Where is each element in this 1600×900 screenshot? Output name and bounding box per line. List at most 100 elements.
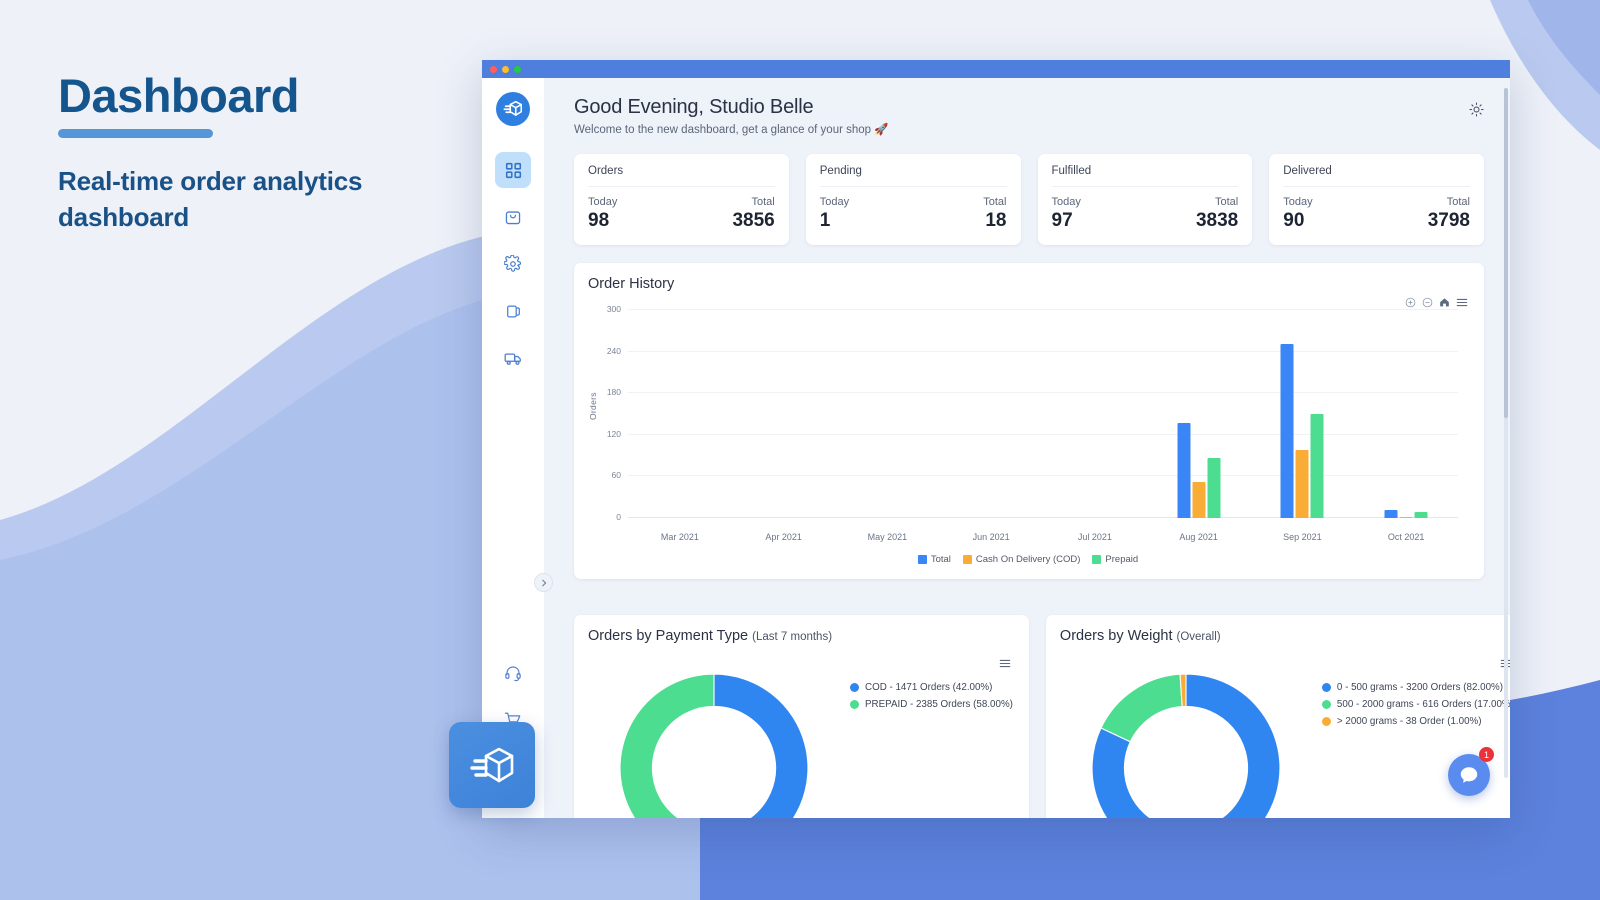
order-history-title: Order History [588,276,1468,292]
chart-bar[interactable] [1415,512,1428,518]
stat-today-value: 98 [588,210,617,232]
chart-legend: Total Cash On Delivery (COD) Prepaid [588,554,1468,569]
donut-legend-dot [1322,683,1331,692]
donut-legend-label: 0 - 500 grams - 3200 Orders (82.00%) [1337,682,1503,693]
stat-total-value: 3856 [732,210,774,232]
theme-toggle-button[interactable] [1469,96,1484,122]
y-axis-tick: 300 [607,304,621,314]
chart-bar[interactable] [1177,423,1190,518]
x-axis-tick: Apr 2021 [765,532,802,542]
legend-swatch [1092,555,1101,564]
grid-icon [505,162,522,179]
donut-legend-dot [1322,717,1331,726]
donut-legend-dot [850,700,859,709]
donut-slice[interactable] [714,674,808,818]
sidebar-item-orders[interactable] [495,199,531,235]
donut-legend-label: 500 - 2000 grams - 616 Orders (17.00%) [1337,699,1510,710]
chart-category-group: Aug 2021 [1147,310,1251,518]
chart-bar[interactable] [1400,517,1413,518]
sidebar-item-settings[interactable] [495,246,531,282]
y-axis-tick: 120 [607,429,621,439]
sidebar-item-dashboard[interactable] [495,152,531,188]
app-logo-tile [449,722,535,808]
chart-bar[interactable] [1281,344,1294,518]
sidebar-item-pages[interactable] [495,293,531,329]
vertical-scrollbar[interactable] [1504,88,1508,778]
payment-type-donut-svg [606,660,822,818]
stat-total-value: 18 [983,210,1006,232]
y-axis-tick: 240 [607,346,621,356]
stat-card-fulfilled[interactable]: Fulfilled Today 97 Total 3838 [1038,154,1253,245]
window-close-button[interactable] [490,66,497,73]
y-axis-tick: 60 [612,470,621,480]
stat-card-title: Delivered [1283,165,1470,187]
chart-bar[interactable] [1192,482,1205,518]
chart-bar[interactable] [1311,414,1324,518]
stat-card-title: Orders [588,165,775,187]
stat-card-pending[interactable]: Pending Today 1 Total 18 [806,154,1021,245]
greeting-subtitle: Welcome to the new dashboard, get a glan… [574,122,889,136]
title-underline [58,129,213,138]
payment-type-subtitle: (Last 7 months) [752,631,832,643]
chart-category-group: Jun 2021 [939,310,1043,518]
donut-legend-item[interactable]: > 2000 grams - 38 Order (1.00%) [1322,716,1510,727]
legend-item[interactable]: Prepaid [1092,554,1138,565]
stat-card-delivered[interactable]: Delivered Today 90 Total 3798 [1269,154,1484,245]
x-axis-tick: Sep 2021 [1283,532,1322,542]
window-maximize-button[interactable] [514,66,521,73]
chart-category-group: May 2021 [836,310,940,518]
chart-bar[interactable] [1385,510,1398,518]
donut-charts-row: Orders by Payment Type (Last 7 months) C… [574,597,1484,818]
donut-legend-dot [850,683,859,692]
sidebar-item-shipping[interactable] [495,340,531,376]
window-titlebar [482,60,1510,78]
stat-total-label: Total [1428,196,1470,208]
weight-title: Orders by Weight (Overall) [1060,628,1510,644]
weight-title-text: Orders by Weight [1060,628,1173,644]
chart-bar[interactable] [1296,450,1309,518]
gear-icon [504,255,522,273]
chat-bubble-icon [1458,764,1480,786]
legend-item[interactable]: Cash On Delivery (COD) [963,554,1081,565]
payment-type-legend: COD - 1471 Orders (42.00%) PREPAID - 2385… [850,682,1013,716]
stat-today-value: 97 [1052,210,1081,232]
weight-legend: 0 - 500 grams - 3200 Orders (82.00%) 500 … [1322,682,1510,733]
weight-subtitle: (Overall) [1177,631,1221,643]
payment-type-title-text: Orders by Payment Type [588,628,748,644]
stat-today-value: 90 [1283,210,1312,232]
donut-legend-item[interactable]: 0 - 500 grams - 3200 Orders (82.00%) [1322,682,1510,693]
chart-bar[interactable] [1207,458,1220,518]
donut-legend-item[interactable]: PREPAID - 2385 Orders (58.00%) [850,699,1013,710]
sun-icon [1469,102,1484,117]
stat-total-value: 3798 [1428,210,1470,232]
legend-label: Cash On Delivery (COD) [976,554,1081,565]
donut-slice[interactable] [1101,674,1182,742]
x-axis-tick: Oct 2021 [1388,532,1425,542]
sidebar-logo[interactable] [496,92,530,126]
payment-type-menu-button[interactable] [999,656,1011,674]
chart-category-group: Jul 2021 [1043,310,1147,518]
chart-plot-area: 060120180240300Mar 2021Apr 2021May 2021J… [628,310,1458,518]
sidebar-collapse-button[interactable] [534,573,553,592]
chart-category-group: Oct 2021 [1354,310,1458,518]
stat-card-orders[interactable]: Orders Today 98 Total 3856 [574,154,789,245]
order-history-chart[interactable]: Orders 060120180240300Mar 2021Apr 2021Ma… [588,302,1468,550]
stat-today-label: Today [820,196,849,208]
donut-legend-item[interactable]: 500 - 2000 grams - 616 Orders (17.00%) [1322,699,1510,710]
promo-subtitle: Real-time order analytics dashboard [58,164,458,236]
package-logo-icon [467,740,517,790]
stat-today-label: Today [1052,196,1081,208]
order-history-panel: Order History Orders [574,263,1484,579]
headset-icon [504,664,522,682]
legend-item[interactable]: Total [918,554,951,565]
window-minimize-button[interactable] [502,66,509,73]
page-title: Dashboard [58,72,458,119]
payment-type-donut[interactable] [606,660,822,818]
stat-cards: Orders Today 98 Total 3856 Pending [574,154,1484,245]
legend-swatch [963,555,972,564]
page-icon [505,303,522,320]
payment-type-panel: Orders by Payment Type (Last 7 months) C… [574,615,1029,818]
donut-legend-item[interactable]: COD - 1471 Orders (42.00%) [850,682,1013,693]
weight-donut[interactable] [1078,660,1294,818]
sidebar-item-support[interactable] [495,655,531,691]
